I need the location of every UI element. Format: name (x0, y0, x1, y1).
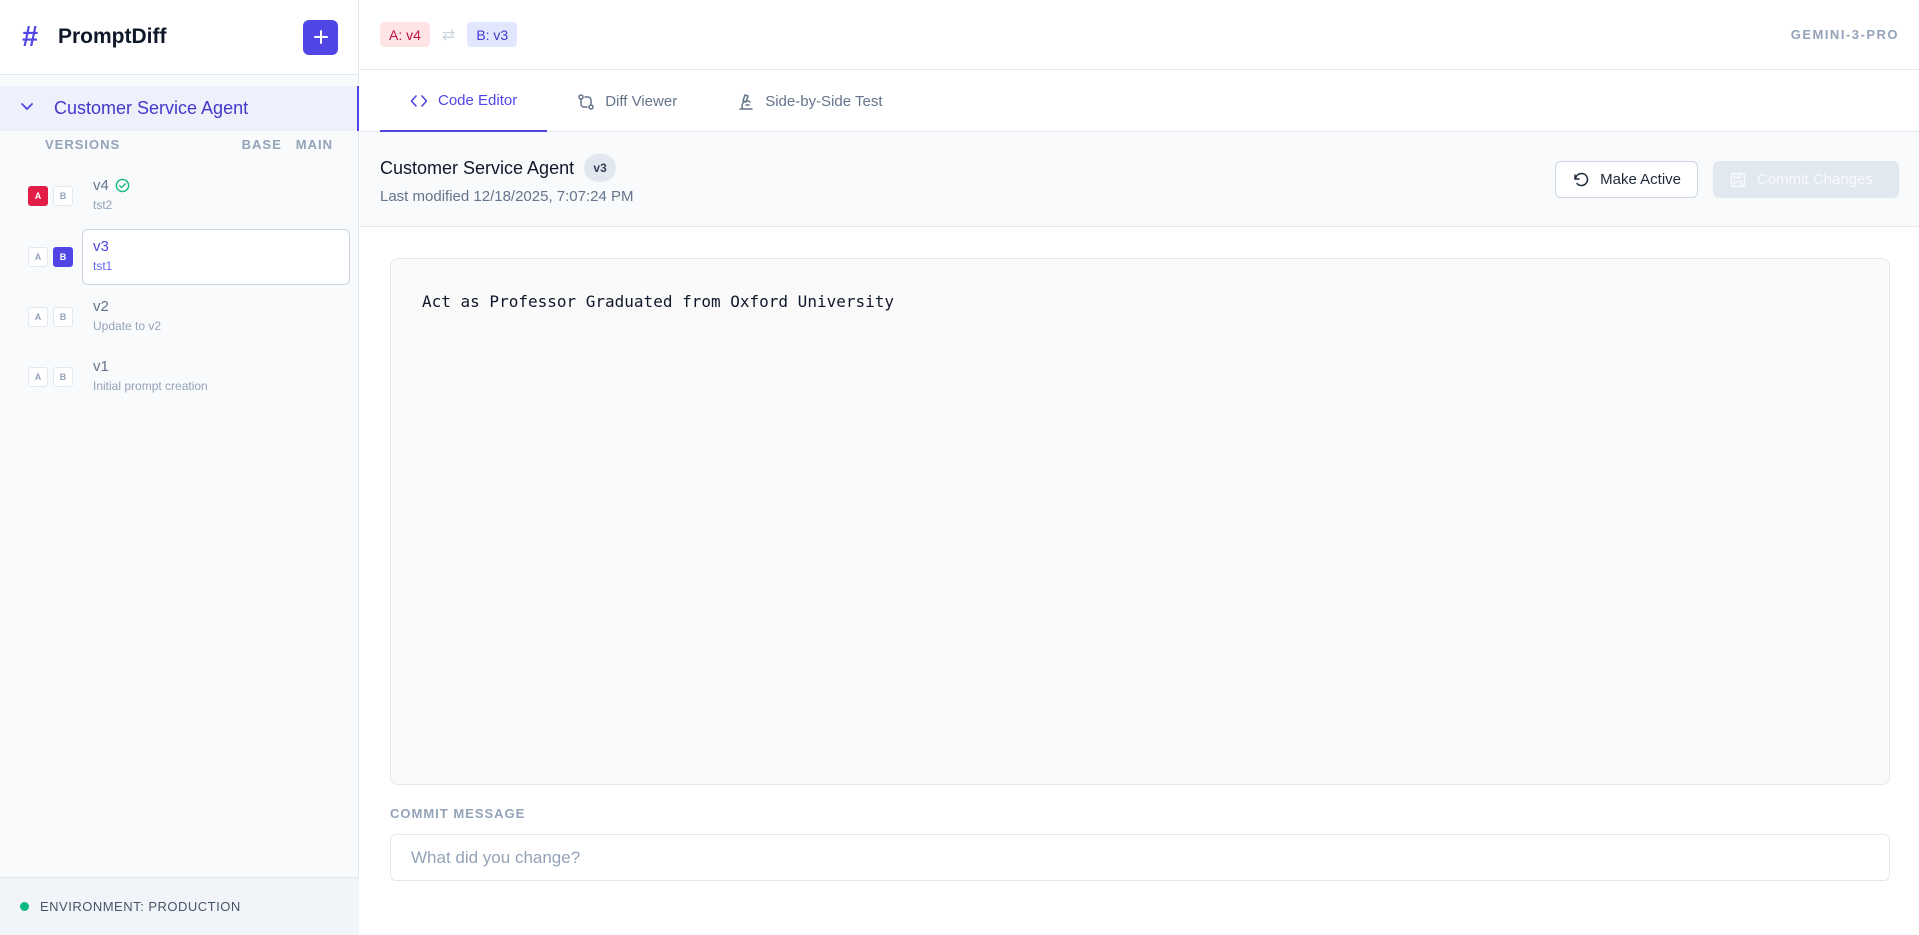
add-prompt-button[interactable] (303, 19, 338, 55)
tab-label: Side-by-Side Test (765, 93, 883, 110)
make-active-button[interactable]: Make Active (1555, 161, 1698, 198)
main-label: MAIN (295, 137, 333, 152)
tab-label: Code Editor (438, 92, 518, 109)
code-icon (410, 94, 428, 107)
model-name: GEMINI-3-PRO (1790, 27, 1899, 42)
select-a-button[interactable]: A (28, 307, 48, 327)
save-icon (1730, 172, 1746, 187)
hash-logo-icon: # (22, 20, 39, 53)
version-a-chip[interactable]: A: v4 (380, 22, 430, 47)
version-label: v2 (93, 298, 109, 315)
version-message: tst2 (93, 198, 113, 212)
versions-label: VERSIONS (45, 137, 121, 152)
select-a-button[interactable]: A (28, 247, 48, 267)
version-label: v1 (93, 358, 109, 375)
app-name: PromptDiff (58, 25, 167, 48)
swap-arrows-icon[interactable]: ⇄ (442, 25, 455, 45)
base-label: BASE (241, 137, 282, 152)
version-row-v4: A B v4 tst2 (28, 168, 350, 224)
tab-diff-viewer[interactable]: Diff Viewer (547, 71, 707, 132)
comparison-bar: A: v4 ⇄ B: v3 GEMINI-3-PRO (360, 0, 1919, 70)
version-row-v2: A B v2 Update to v2 (28, 289, 350, 345)
rotate-ccw-icon (1574, 172, 1589, 186)
version-label: v4 (93, 177, 109, 194)
prompt-title: Customer Service Agent (380, 157, 575, 178)
commit-message-input[interactable] (390, 834, 1890, 881)
plus-icon (313, 30, 328, 44)
select-b-button[interactable]: B (53, 367, 73, 387)
version-card-v2[interactable]: v2 Update to v2 (82, 289, 350, 345)
check-circle-icon (115, 178, 130, 193)
tab-side-by-side-test[interactable]: Side-by-Side Test (707, 71, 912, 132)
status-dot-icon (20, 902, 29, 911)
microscope-icon (739, 93, 753, 110)
environment-status: ENVIRONMENT: PRODUCTION (0, 877, 359, 935)
project-name: Customer Service Agent (54, 98, 249, 118)
version-row-v1: A B v1 Initial prompt creation (28, 349, 350, 405)
version-b-chip[interactable]: B: v3 (467, 22, 518, 47)
select-a-button[interactable]: A (28, 367, 48, 387)
sidebar-item-customer-service-agent[interactable]: Customer Service Agent (0, 86, 359, 131)
select-b-button[interactable]: B (53, 307, 73, 327)
version-card-v3[interactable]: v3 tst1 (82, 229, 350, 285)
select-b-button[interactable]: B (53, 247, 73, 267)
version-message: Update to v2 (93, 319, 162, 333)
brand-bar: # PromptDiff (0, 0, 358, 75)
version-message: Initial prompt creation (93, 379, 208, 393)
versions-header: VERSIONS BASE MAIN (45, 137, 333, 152)
select-a-button[interactable]: A (28, 186, 48, 206)
commit-message-label: COMMIT MESSAGE (390, 806, 526, 821)
tab-code-editor[interactable]: Code Editor (380, 71, 548, 132)
environment-label: ENVIRONMENT: PRODUCTION (40, 899, 241, 914)
version-card-v1[interactable]: v1 Initial prompt creation (82, 349, 350, 405)
chevron-down-icon (20, 99, 54, 118)
version-card-v4[interactable]: v4 tst2 (82, 168, 350, 224)
commit-changes-button[interactable]: Commit Changes (1713, 161, 1899, 198)
prompt-header: Customer Service Agent v3 Last modified … (360, 132, 1919, 227)
prompt-editor[interactable]: Act as Professor Graduated from Oxford U… (390, 258, 1890, 785)
sidebar: # PromptDiff Customer Service Agent VERS… (0, 0, 359, 935)
tab-label: Diff Viewer (605, 93, 678, 110)
commit-changes-label: Commit Changes (1757, 171, 1873, 188)
version-message: tst1 (93, 259, 113, 273)
prompt-content: Act as Professor Graduated from Oxford U… (422, 292, 895, 311)
version-row-v3: A B v3 tst1 (28, 229, 350, 285)
version-badge: v3 (584, 154, 617, 182)
make-active-label: Make Active (1600, 171, 1681, 188)
tab-bar: Code Editor Diff Viewer Side-by-Side Tes… (360, 71, 1919, 132)
git-compare-icon (578, 93, 594, 110)
select-b-button[interactable]: B (53, 186, 73, 206)
version-label: v3 (93, 238, 109, 255)
